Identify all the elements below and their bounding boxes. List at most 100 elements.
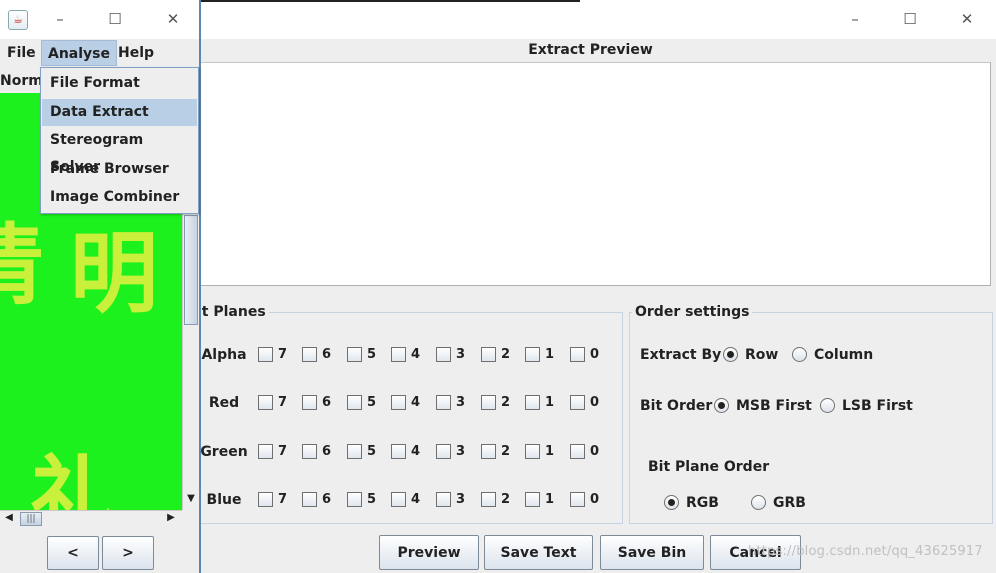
minimize-icon[interactable]: – [50, 9, 70, 29]
menu-help[interactable]: Help [112, 40, 160, 66]
channel-label: Red [208, 395, 240, 411]
bit-number-label: 2 [501, 492, 511, 507]
image-glyph: 清 [0, 213, 45, 317]
menu-bar: File Analyse Help [0, 40, 199, 66]
red-bit-1-checkbox[interactable] [525, 395, 540, 410]
green-bit-7-checkbox[interactable] [258, 444, 273, 459]
bit-number-label: 2 [501, 444, 511, 459]
menu-item-stereogram-solver[interactable]: Stereogram Solver [42, 127, 197, 175]
alpha-bit-0-checkbox[interactable] [570, 347, 585, 362]
alpha-bit-4-checkbox[interactable] [391, 347, 406, 362]
bit-plane-order-rgb-radio[interactable] [664, 495, 679, 510]
bit-number-label: 3 [456, 492, 466, 507]
close-icon[interactable]: ✕ [957, 9, 977, 29]
alpha-bit-2-checkbox[interactable] [481, 347, 496, 362]
bit-number-label: 4 [411, 347, 421, 362]
main-window: ☕ – ☐ ✕ File Analyse Help Norm 清 明 礼 ▼ ◀… [0, 0, 201, 573]
green-bit-2-checkbox[interactable] [481, 444, 496, 459]
bit-number-label: 7 [278, 347, 288, 362]
blue-bit-4-checkbox[interactable] [391, 492, 406, 507]
alpha-bit-7-checkbox[interactable] [258, 347, 273, 362]
menu-item-frame-browser[interactable]: Frame Browser [42, 156, 197, 183]
taskbar-edge [195, 0, 580, 2]
bit-number-label: 7 [278, 492, 288, 507]
red-bit-4-checkbox[interactable] [391, 395, 406, 410]
previous-button[interactable]: < [47, 536, 99, 570]
blue-bit-1-checkbox[interactable] [525, 492, 540, 507]
extract-by-column-radio[interactable] [792, 347, 807, 362]
green-bit-3-checkbox[interactable] [436, 444, 451, 459]
blue-bit-2-checkbox[interactable] [481, 492, 496, 507]
bit-order-lsb-radio[interactable] [820, 398, 835, 413]
menu-item-file-format[interactable]: File Format [42, 70, 197, 97]
alpha-bit-1-checkbox[interactable] [525, 347, 540, 362]
minimize-icon[interactable]: – [845, 9, 865, 29]
alpha-bit-3-checkbox[interactable] [436, 347, 451, 362]
bit-number-label: 0 [590, 444, 600, 459]
image-glyph: 明 [70, 221, 159, 325]
bit-plane-row-alpha: Alpha 7 6 5 4 3 2 1 0 [194, 345, 624, 365]
next-button[interactable]: > [102, 536, 154, 570]
bit-plane-order-rgb-label: RGB [686, 495, 719, 511]
image-glyph: 礼 [30, 445, 119, 510]
red-bit-7-checkbox[interactable] [258, 395, 273, 410]
preview-button[interactable]: Preview [379, 535, 479, 570]
green-bit-5-checkbox[interactable] [347, 444, 362, 459]
bit-plane-order-label: Bit Plane Order [648, 459, 770, 475]
bit-number-label: 7 [278, 395, 288, 410]
bit-number-label: 4 [411, 444, 421, 459]
horizontal-scroll-thumb[interactable]: ||| [20, 512, 42, 526]
maximize-icon[interactable]: ☐ [105, 9, 125, 29]
bit-planes-title: it Planes [194, 303, 269, 321]
green-bit-1-checkbox[interactable] [525, 444, 540, 459]
bit-plane-row-green: Green 7 6 5 4 3 2 1 0 [194, 442, 624, 462]
red-bit-5-checkbox[interactable] [347, 395, 362, 410]
red-bit-2-checkbox[interactable] [481, 395, 496, 410]
menu-item-data-extract[interactable]: Data Extract [42, 99, 197, 126]
bit-order-label: Bit Order [640, 398, 713, 414]
scroll-left-arrow-icon[interactable]: ◀ [1, 511, 17, 527]
watermark: https://blog.csdn.net/qq_43625917 [748, 544, 983, 559]
red-bit-3-checkbox[interactable] [436, 395, 451, 410]
menu-analyse[interactable]: Analyse [41, 40, 118, 66]
scroll-right-arrow-icon[interactable]: ▶ [163, 511, 179, 527]
bit-number-label: 4 [411, 492, 421, 507]
extract-by-row-radio[interactable] [723, 347, 738, 362]
bit-plane-order-grb-radio[interactable] [751, 495, 766, 510]
alpha-bit-5-checkbox[interactable] [347, 347, 362, 362]
vertical-scroll-thumb[interactable] [184, 215, 198, 325]
blue-bit-7-checkbox[interactable] [258, 492, 273, 507]
extract-preview-area[interactable] [195, 62, 991, 286]
blue-bit-3-checkbox[interactable] [436, 492, 451, 507]
bit-number-label: 6 [322, 444, 332, 459]
bit-number-label: 0 [590, 347, 600, 362]
alpha-bit-6-checkbox[interactable] [302, 347, 317, 362]
menu-item-image-combiner[interactable]: Image Combiner [42, 184, 197, 211]
red-bit-6-checkbox[interactable] [302, 395, 317, 410]
maximize-icon[interactable]: ☐ [900, 9, 920, 29]
close-icon[interactable]: ✕ [163, 9, 183, 29]
bit-number-label: 5 [367, 395, 377, 410]
bit-number-label: 1 [545, 347, 555, 362]
java-app-icon: ☕ [8, 10, 28, 30]
menu-file[interactable]: File [1, 40, 42, 66]
save-bin-button[interactable]: Save Bin [600, 535, 704, 570]
blue-bit-5-checkbox[interactable] [347, 492, 362, 507]
green-bit-0-checkbox[interactable] [570, 444, 585, 459]
bit-number-label: 3 [456, 444, 466, 459]
green-bit-6-checkbox[interactable] [302, 444, 317, 459]
scroll-down-arrow-icon[interactable]: ▼ [183, 492, 199, 508]
save-text-button[interactable]: Save Text [484, 535, 593, 570]
bit-order-msb-radio[interactable] [714, 398, 729, 413]
bit-number-label: 1 [545, 444, 555, 459]
bit-number-label: 4 [411, 395, 421, 410]
green-bit-4-checkbox[interactable] [391, 444, 406, 459]
view-mode-label: Norm [0, 73, 42, 89]
bit-number-label: 6 [322, 347, 332, 362]
bit-number-label: 0 [590, 492, 600, 507]
blue-bit-0-checkbox[interactable] [570, 492, 585, 507]
bit-number-label: 0 [590, 395, 600, 410]
horizontal-scrollbar[interactable]: ◀ ||| ▶ [0, 510, 182, 527]
red-bit-0-checkbox[interactable] [570, 395, 585, 410]
blue-bit-6-checkbox[interactable] [302, 492, 317, 507]
